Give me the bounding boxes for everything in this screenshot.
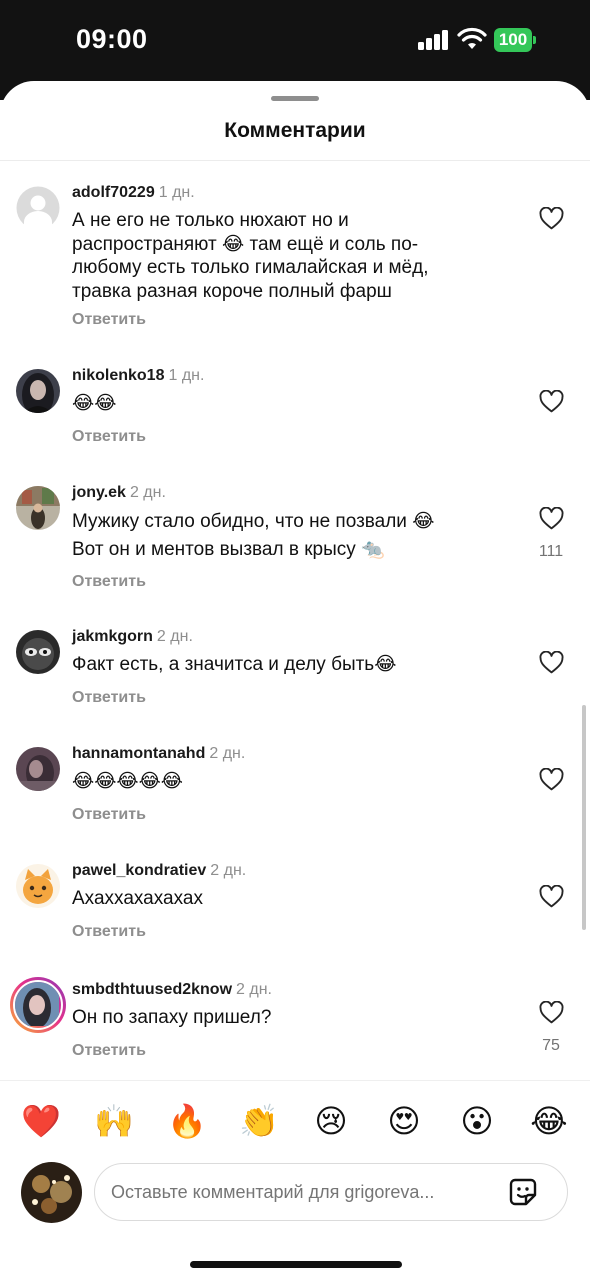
reply-button[interactable]: Ответить (72, 923, 146, 941)
comment-text: Факт есть, а значитса и делу быть😂 (72, 654, 397, 675)
reply-button[interactable]: Ответить (72, 1042, 146, 1060)
reaction-fire[interactable]: 🔥 (167, 1102, 207, 1140)
comment-text-line: Мужику стало обидно, что не позвали 😂 (72, 511, 435, 532)
reaction-heart-eyes[interactable]: 😍 (385, 1102, 423, 1140)
comment-composer[interactable] (94, 1163, 568, 1221)
scrollbar[interactable] (582, 705, 586, 930)
comment-username[interactable]: pawel_kondratiev (72, 862, 206, 879)
comment-text: Ахаххахахахах (72, 888, 203, 909)
reaction-laughing[interactable]: 😂 (530, 1102, 568, 1140)
heart-outline-icon[interactable] (539, 651, 564, 674)
comment-header: pawel_kondratiev 2 дн. (72, 862, 246, 880)
comment-text-line: Вот он и ментов вызвал в крысу 🐀 (72, 539, 385, 560)
comment-username[interactable]: hannamontanahd (72, 745, 205, 762)
comment-header: nikolenko18 1 дн. (72, 367, 204, 385)
reaction-clap[interactable]: 👏 (239, 1102, 279, 1140)
reaction-surprised[interactable]: 😮 (458, 1102, 496, 1140)
heart-outline-icon[interactable] (539, 507, 564, 530)
sheet-grabber[interactable] (271, 96, 319, 101)
reply-button[interactable]: Ответить (72, 689, 146, 707)
heart-outline-icon[interactable] (539, 768, 564, 791)
reply-button[interactable]: Ответить (72, 573, 146, 591)
divider (0, 1080, 590, 1081)
comment-text: А не его не только нюхают но и распростр… (72, 210, 429, 302)
comment-username[interactable]: jony.ek (72, 484, 126, 501)
comment-header: smbdthtuused2know 2 дн. (72, 981, 272, 999)
heart-outline-icon[interactable] (539, 1001, 564, 1024)
comment-time: 1 дн. (158, 184, 195, 201)
user-avatar[interactable] (16, 486, 60, 530)
heart-outline-icon[interactable] (539, 207, 564, 230)
comment-time: 1 дн. (168, 367, 205, 384)
comment-time: 2 дн. (236, 981, 272, 998)
reply-button[interactable]: Ответить (72, 311, 146, 329)
heart-outline-icon[interactable] (539, 885, 564, 908)
comment-header: jakmkgorn 2 дн. (72, 628, 193, 646)
sheet-title: Комментарии (224, 119, 366, 142)
signal-icon (418, 30, 450, 50)
heart-outline-icon[interactable] (539, 390, 564, 413)
comment-header: adolf70229 1 дн. (72, 184, 195, 202)
divider (0, 160, 590, 161)
reaction-raised-hands[interactable]: 🙌 (94, 1102, 134, 1140)
my-avatar[interactable] (21, 1162, 82, 1223)
sticker-icon[interactable] (506, 1175, 540, 1209)
reply-button[interactable]: Ответить (72, 806, 146, 824)
battery-level: 100 (494, 28, 532, 52)
reply-button[interactable]: Ответить (72, 428, 146, 446)
home-indicator[interactable] (190, 1261, 402, 1268)
battery-icon: 100 (494, 28, 536, 52)
comment-text: Мужику стало обидно, что не позвали 😂 Во… (72, 509, 482, 563)
comment-input[interactable] (111, 1182, 491, 1203)
comment-header: hannamontanahd 2 дн. (72, 745, 245, 763)
comment-time: 2 дн. (129, 484, 166, 501)
user-avatar[interactable] (16, 747, 60, 791)
like-count: 111 (538, 543, 564, 560)
default-avatar-icon[interactable] (16, 186, 60, 230)
user-avatar[interactable] (16, 864, 60, 908)
comment-time: 2 дн. (209, 745, 246, 762)
user-avatar[interactable] (16, 369, 60, 413)
comment-header: jony.ek 2 дн. (72, 484, 166, 502)
story-avatar[interactable] (10, 977, 66, 1033)
like-count: 75 (542, 1037, 560, 1054)
comment-time: 2 дн. (156, 628, 193, 645)
status-time: 09:00 (76, 24, 148, 54)
comment-username[interactable]: adolf70229 (72, 184, 155, 201)
comment-username[interactable]: jakmkgorn (72, 628, 153, 645)
comment-text: 😂😂 (72, 393, 117, 414)
wifi-icon (457, 27, 487, 49)
reaction-heart[interactable]: ❤️ (21, 1102, 61, 1140)
comment-time: 2 дн. (210, 862, 247, 879)
comment-text: Он по запаху пришел? (72, 1007, 272, 1028)
user-avatar[interactable] (16, 630, 60, 674)
comment-text: 😂😂😂😂😂 (72, 771, 184, 792)
comment-username[interactable]: nikolenko18 (72, 367, 164, 384)
reaction-crying[interactable]: 😢 (312, 1102, 350, 1140)
comment-username[interactable]: smbdthtuused2know (72, 981, 232, 998)
